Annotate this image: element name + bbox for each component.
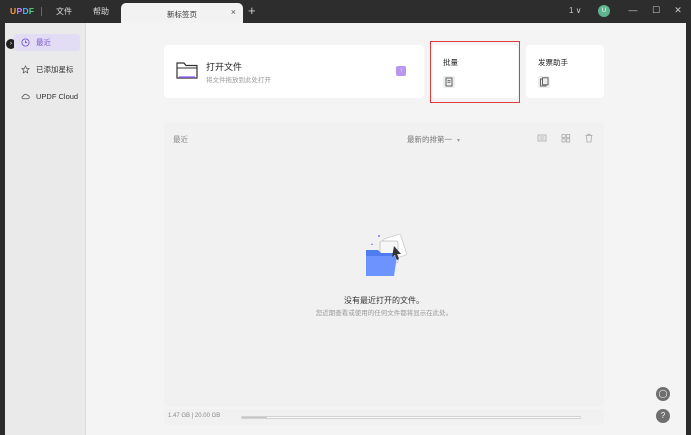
version-dropdown[interactable]: 1 ∨ [569, 6, 582, 15]
empty-folder-illustration-icon [366, 233, 407, 276]
trash-icon[interactable] [584, 133, 594, 143]
sidebar-item-label: 已添加星标 [36, 65, 74, 74]
grid-view-icon[interactable] [561, 133, 571, 143]
avatar[interactable]: U [598, 5, 610, 17]
app-window: › 最近 已添加星标 UPDF Cloud 打开文件 将文件拖放到此处打开 ↑ [5, 23, 686, 435]
upload-icon[interactable]: ↑ [396, 66, 406, 76]
empty-state-subtitle: 您近期查看或使用的任何文件都将显示在此处。 [315, 310, 453, 317]
star-icon [21, 65, 30, 74]
invoice-tool-title: 发票助手 [538, 58, 568, 67]
minimize-button[interactable]: — [627, 5, 639, 15]
sidebar: › 最近 已添加星标 UPDF Cloud [5, 23, 86, 435]
batch-icon [443, 76, 455, 88]
list-view-icon[interactable] [537, 133, 547, 143]
open-file-title: 打开文件 [206, 62, 243, 72]
app-logo: UPDF [10, 6, 35, 16]
maximize-button[interactable]: ☐ [650, 5, 662, 16]
recent-files-panel: 最近 最新的排第一 ▾ 没有最近打开的文件。 您近期查看或使用的任何文件都将显示… [164, 122, 604, 407]
open-file-hint: 将文件拖放到此处打开 [206, 77, 271, 84]
batch-tool-card[interactable]: 批量 [431, 45, 518, 98]
sidebar-item-label: UPDF Cloud [36, 92, 79, 101]
cloud-icon [21, 93, 30, 100]
tab-title: 新标签页 [167, 10, 197, 19]
tab-new[interactable]: 新标签页 × [121, 3, 243, 23]
recent-label: 最近 [173, 135, 188, 144]
chevron-down-icon: ▾ [457, 138, 461, 144]
empty-state-title: 没有最近打开的文件。 [344, 296, 424, 305]
sidebar-item-label: 最近 [36, 38, 51, 47]
sort-label: 最新的排第一 [407, 135, 452, 144]
storage-progress-bar [241, 416, 581, 419]
help-button[interactable]: ? [656, 409, 670, 423]
sidebar-item-recent[interactable]: 最近 [14, 34, 80, 51]
storage-indicator: 1.47 GB | 20.00 GB [164, 409, 604, 425]
main-content: 打开文件 将文件拖放到此处打开 ↑ 批量 发票助手 最近 最新的排第一 ▾ 没有… [86, 23, 686, 435]
storage-text: 1.47 GB | 20.00 GB [168, 413, 221, 419]
clock-icon [21, 38, 30, 47]
title-bar: UPDF 文件 帮助 新标签页 × + 1 ∨ U — ☐ ✕ [0, 0, 691, 23]
open-file-card[interactable]: 打开文件 将文件拖放到此处打开 ↑ [164, 45, 424, 98]
chat-button[interactable]: ◯ [656, 387, 670, 401]
menu-file[interactable]: 文件 [56, 6, 72, 17]
add-tab-button[interactable]: + [248, 3, 256, 18]
batch-tool-title: 批量 [443, 58, 458, 67]
storage-progress-fill [242, 417, 267, 418]
folder-icon [176, 62, 198, 79]
sidebar-item-cloud[interactable]: UPDF Cloud [14, 88, 80, 105]
close-button[interactable]: ✕ [672, 5, 684, 16]
divider [41, 7, 42, 16]
sort-dropdown[interactable]: 最新的排第一 ▾ [407, 134, 460, 145]
tab-close-icon[interactable]: × [231, 7, 236, 17]
invoice-assistant-card[interactable]: 发票助手 [526, 45, 604, 98]
sidebar-item-starred[interactable]: 已添加星标 [14, 61, 80, 78]
menu-help[interactable]: 帮助 [93, 6, 109, 17]
invoice-icon [538, 76, 550, 88]
